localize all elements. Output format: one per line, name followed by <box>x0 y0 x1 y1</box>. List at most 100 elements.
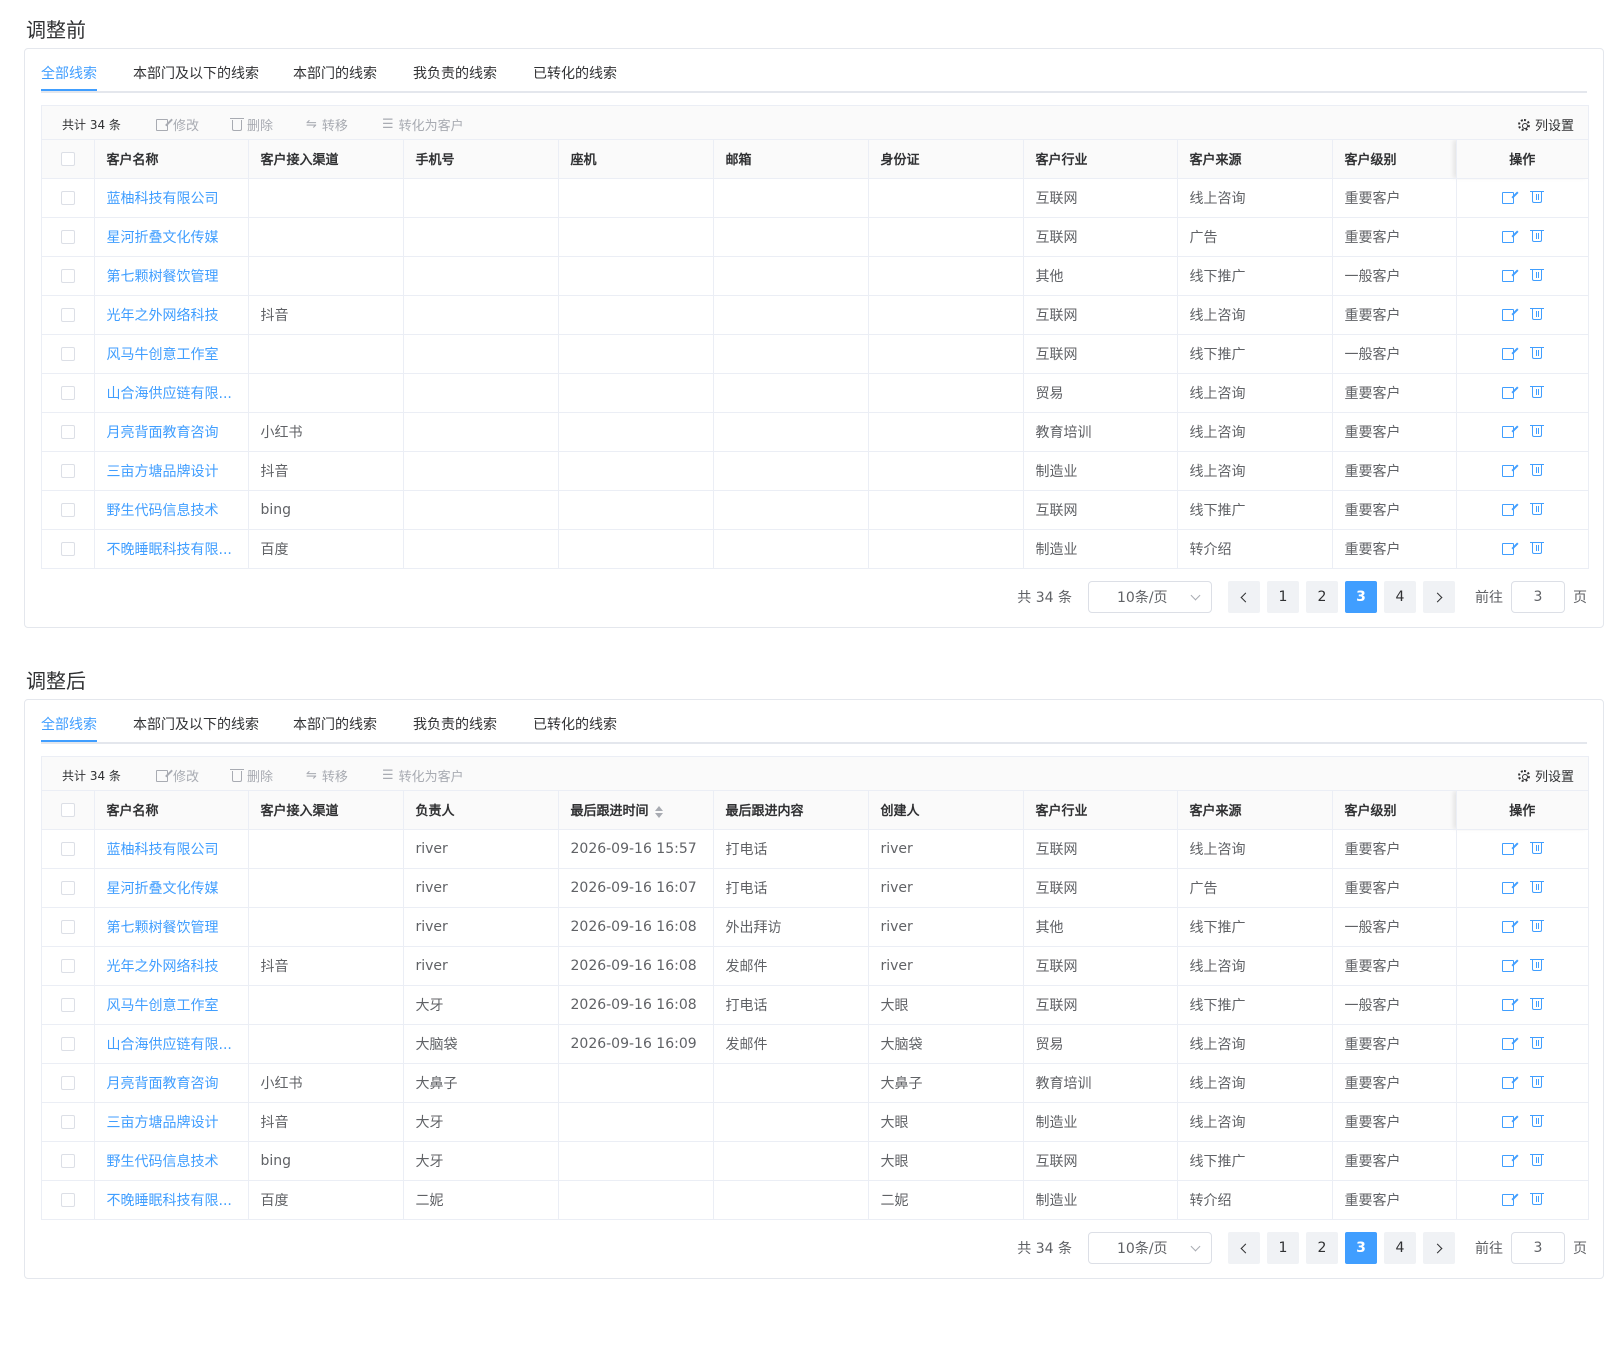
customer-name-link[interactable]: 星河折叠文化传媒 <box>94 217 249 257</box>
page-button-3[interactable]: 3 <box>1345 1232 1377 1264</box>
customer-name-link[interactable]: 蓝柚科技有限公司 <box>94 178 249 218</box>
customer-name-link[interactable]: 蓝柚科技有限公司 <box>94 829 249 869</box>
transfer-button[interactable]: ⇋ 转移 <box>306 766 348 786</box>
trash-icon[interactable] <box>1530 920 1545 932</box>
row-checkbox[interactable] <box>60 880 75 895</box>
edit-icon[interactable] <box>1502 920 1515 933</box>
page-button-2[interactable]: 2 <box>1306 581 1338 613</box>
page-button-1[interactable]: 1 <box>1267 1232 1299 1264</box>
trash-icon[interactable] <box>1530 464 1545 476</box>
row-checkbox-cell[interactable] <box>42 907 95 947</box>
tab-dept[interactable]: 本部门的线索 <box>293 63 377 83</box>
row-checkbox-cell[interactable] <box>42 1180 95 1219</box>
row-checkbox[interactable] <box>60 268 75 283</box>
trash-icon[interactable] <box>1530 998 1545 1010</box>
row-checkbox[interactable] <box>60 424 75 439</box>
edit-icon[interactable] <box>1502 269 1515 282</box>
trash-icon[interactable] <box>1530 842 1545 854</box>
transfer-button[interactable]: ⇋ 转移 <box>306 115 348 135</box>
page-size-select[interactable]: 10条/页 <box>1088 581 1212 613</box>
row-checkbox[interactable] <box>60 958 75 973</box>
customer-name-link[interactable]: 月亮背面教育咨询 <box>94 412 249 452</box>
row-checkbox-cell[interactable] <box>42 1024 95 1064</box>
row-checkbox-cell[interactable] <box>42 412 95 452</box>
customer-name-link[interactable]: 三亩方塘品牌设计 <box>94 1102 249 1142</box>
row-checkbox-cell[interactable] <box>42 334 95 374</box>
row-checkbox-cell[interactable] <box>42 829 95 869</box>
edit-icon[interactable] <box>1502 308 1515 321</box>
tab-mine[interactable]: 我负责的线索 <box>413 63 497 83</box>
row-checkbox-cell[interactable] <box>42 490 95 530</box>
customer-name-link[interactable]: 山合海供应链有限... <box>94 1024 249 1064</box>
edit-icon[interactable] <box>1502 230 1515 243</box>
edit-icon[interactable] <box>1502 998 1515 1011</box>
next-page-button[interactable] <box>1423 1232 1455 1264</box>
column-settings-button[interactable]: 列设置 <box>1517 115 1574 134</box>
trash-icon[interactable] <box>1530 1076 1545 1088</box>
goto-page-input[interactable] <box>1511 581 1565 613</box>
customer-name-link[interactable]: 光年之外网络科技 <box>94 946 249 986</box>
row-checkbox-cell[interactable] <box>42 451 95 491</box>
page-button-3[interactable]: 3 <box>1345 581 1377 613</box>
customer-name-link[interactable]: 三亩方塘品牌设计 <box>94 451 249 491</box>
edit-icon[interactable] <box>1502 191 1515 204</box>
row-checkbox[interactable] <box>60 463 75 478</box>
select-all-checkbox-cell[interactable] <box>42 791 95 830</box>
next-page-button[interactable] <box>1423 581 1455 613</box>
edit-icon[interactable] <box>1502 1193 1515 1206</box>
sort-icon[interactable] <box>654 805 663 818</box>
tab-dept[interactable]: 本部门的线索 <box>293 714 377 734</box>
row-checkbox-cell[interactable] <box>42 868 95 908</box>
row-checkbox-cell[interactable] <box>42 529 95 568</box>
tab-converted[interactable]: 已转化的线索 <box>533 63 617 83</box>
page-size-select[interactable]: 10条/页 <box>1088 1232 1212 1264</box>
customer-name-link[interactable]: 野生代码信息技术 <box>94 490 249 530</box>
row-checkbox[interactable] <box>60 190 75 205</box>
customer-name-link[interactable]: 星河折叠文化传媒 <box>94 868 249 908</box>
edit-icon[interactable] <box>1502 503 1515 516</box>
customer-name-link[interactable]: 不晚睡眠科技有限... <box>94 529 249 568</box>
row-checkbox[interactable] <box>60 1114 75 1129</box>
row-checkbox[interactable] <box>60 997 75 1012</box>
row-checkbox-cell[interactable] <box>42 1063 95 1103</box>
edit-icon[interactable] <box>1502 542 1515 555</box>
page-button-2[interactable]: 2 <box>1306 1232 1338 1264</box>
trash-icon[interactable] <box>1530 347 1545 359</box>
trash-icon[interactable] <box>1530 542 1545 555</box>
tab-converted[interactable]: 已转化的线索 <box>533 714 617 734</box>
customer-name-link[interactable]: 野生代码信息技术 <box>94 1141 249 1181</box>
row-checkbox-cell[interactable] <box>42 217 95 257</box>
row-checkbox[interactable] <box>60 1036 75 1051</box>
customer-name-link[interactable]: 第七颗树餐饮管理 <box>94 256 249 296</box>
customer-name-link[interactable]: 风马牛创意工作室 <box>94 985 249 1025</box>
trash-icon[interactable] <box>1530 386 1545 398</box>
edit-icon[interactable] <box>1502 464 1515 477</box>
row-checkbox[interactable] <box>60 229 75 244</box>
prev-page-button[interactable] <box>1228 581 1260 613</box>
edit-icon[interactable] <box>1502 1037 1515 1050</box>
select-all-checkbox-cell[interactable] <box>42 140 95 179</box>
row-checkbox[interactable] <box>60 346 75 361</box>
select-all-checkbox[interactable] <box>60 151 75 166</box>
edit-button[interactable]: 修改 <box>156 766 199 785</box>
convert-to-customer-button[interactable]: ☰ 转化为客户 <box>382 766 464 786</box>
edit-icon[interactable] <box>1502 959 1515 972</box>
edit-icon[interactable] <box>1502 842 1515 855</box>
prev-page-button[interactable] <box>1228 1232 1260 1264</box>
trash-icon[interactable] <box>1530 230 1545 242</box>
convert-to-customer-button[interactable]: ☰ 转化为客户 <box>382 115 464 135</box>
page-button-1[interactable]: 1 <box>1267 581 1299 613</box>
page-button-4[interactable]: 4 <box>1384 581 1416 613</box>
customer-name-link[interactable]: 第七颗树餐饮管理 <box>94 907 249 947</box>
trash-icon[interactable] <box>1530 1154 1545 1166</box>
row-checkbox[interactable] <box>60 841 75 856</box>
row-checkbox-cell[interactable] <box>42 373 95 413</box>
row-checkbox[interactable] <box>60 919 75 934</box>
customer-name-link[interactable]: 不晚睡眠科技有限... <box>94 1180 249 1219</box>
edit-icon[interactable] <box>1502 386 1515 399</box>
tab-all-leads[interactable]: 全部线索 <box>41 63 97 91</box>
row-checkbox[interactable] <box>60 385 75 400</box>
select-all-checkbox[interactable] <box>60 802 75 817</box>
row-checkbox-cell[interactable] <box>42 295 95 335</box>
trash-icon[interactable] <box>1530 425 1545 437</box>
